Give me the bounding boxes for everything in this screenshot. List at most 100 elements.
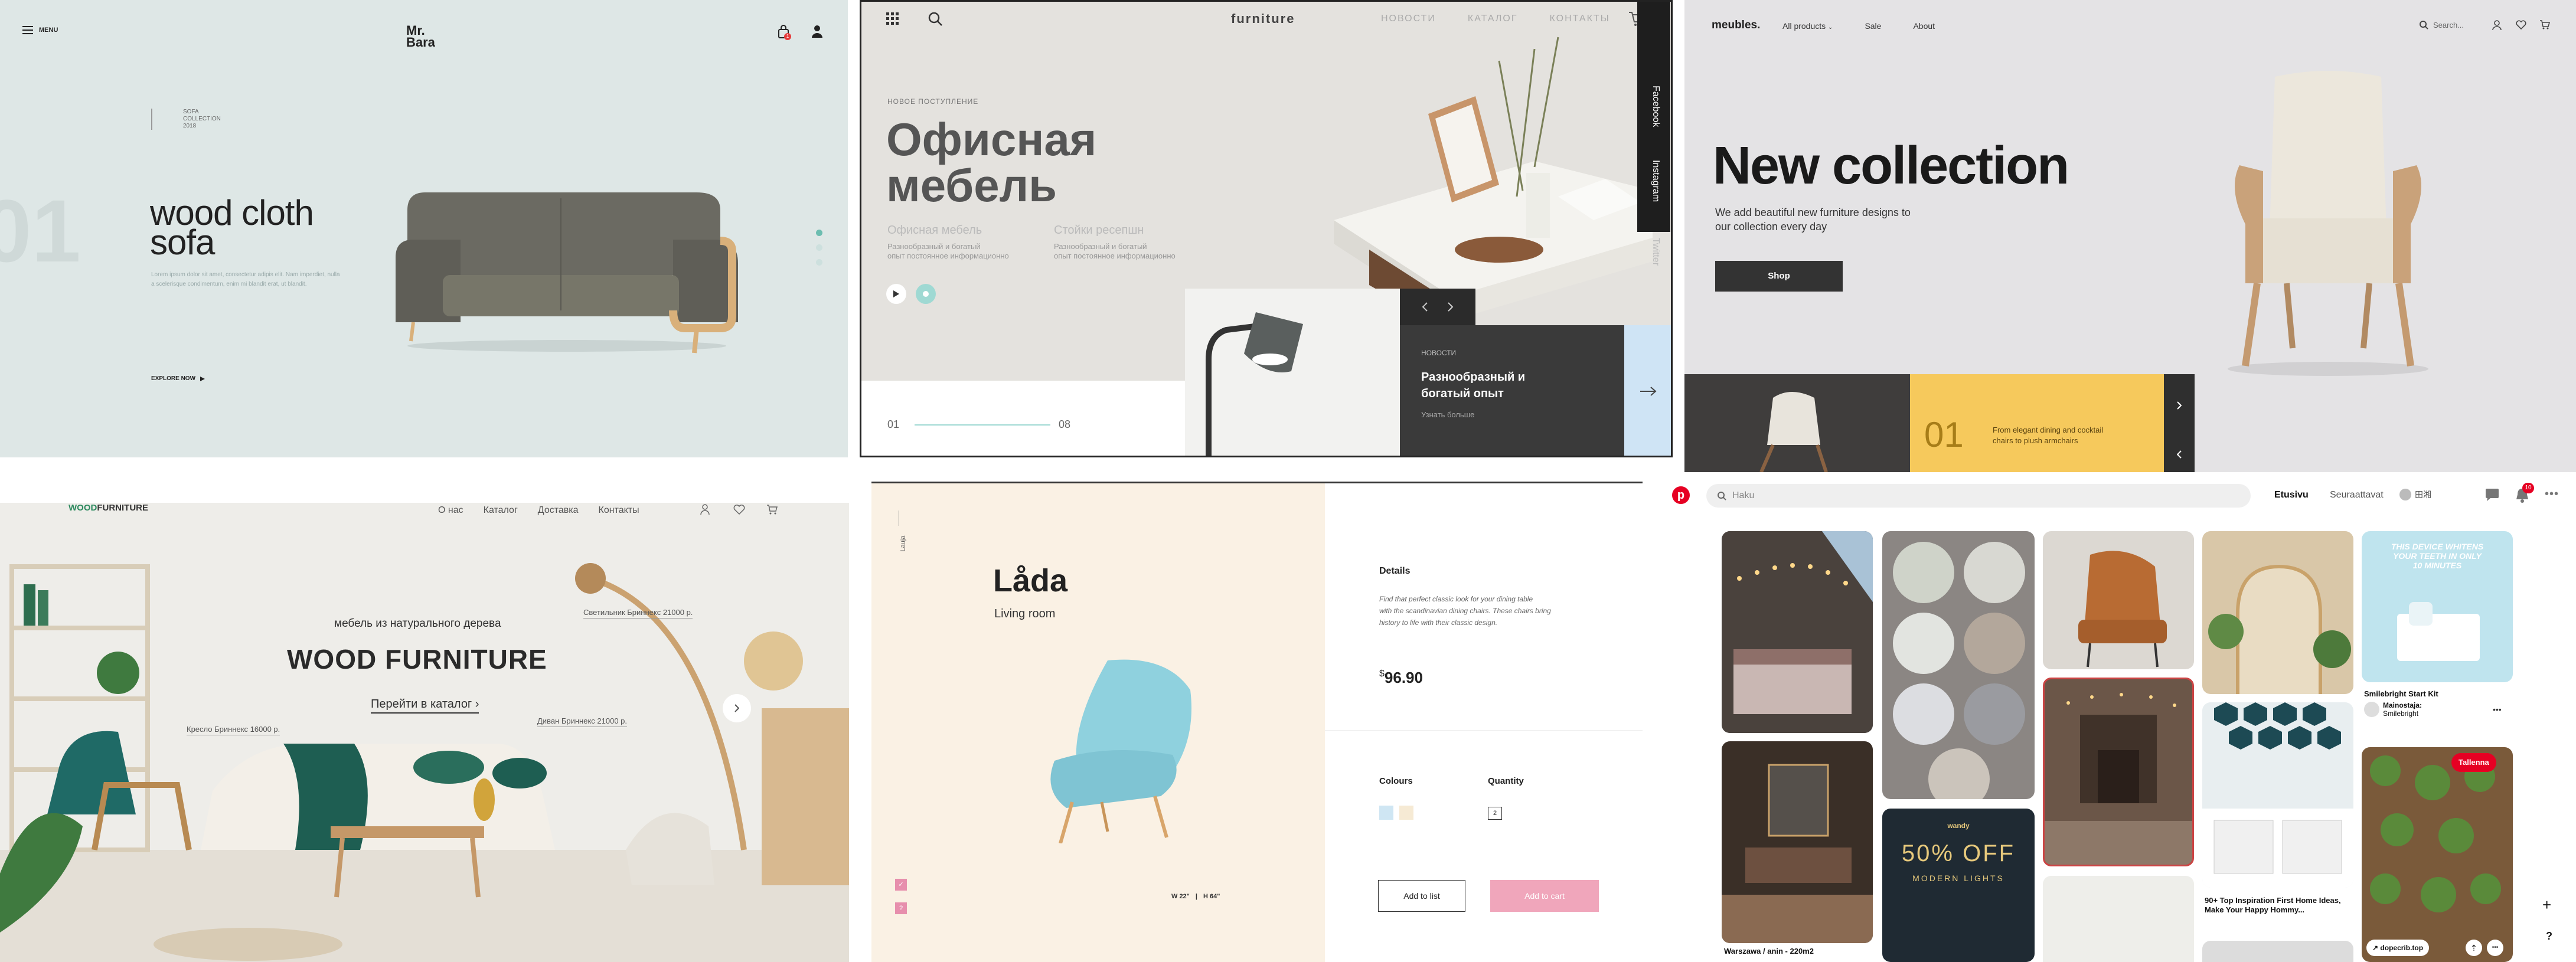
pin-menu-icon[interactable]: ••• bbox=[2487, 940, 2503, 956]
menu-button[interactable]: MENU bbox=[22, 26, 58, 34]
quantity-input[interactable]: 2 bbox=[1488, 807, 1502, 820]
lamp-image bbox=[1185, 289, 1400, 456]
social-twitter[interactable]: Twitter bbox=[1650, 238, 1661, 266]
logo[interactable]: WOODFURNITURE bbox=[68, 503, 148, 513]
colour-swatch-cream[interactable] bbox=[1399, 806, 1413, 820]
checkbox-1[interactable]: ✓ bbox=[895, 879, 907, 891]
search-box[interactable]: Search... bbox=[2419, 20, 2464, 30]
search-bar[interactable]: Haku bbox=[1706, 484, 2251, 508]
grid-menu-button[interactable] bbox=[886, 12, 899, 25]
slider-dot-2[interactable] bbox=[816, 244, 822, 251]
search-button[interactable] bbox=[928, 11, 943, 27]
collection-card[interactable]: 01 From elegant dining and cocktail chai… bbox=[1910, 374, 2164, 472]
nav-all-products[interactable]: All products ⌄ bbox=[1782, 21, 1833, 31]
pin-more-icon[interactable]: ••• bbox=[2493, 705, 2502, 714]
tab-following[interactable]: Seuraattavat bbox=[2330, 490, 2384, 500]
more-icon[interactable]: ••• bbox=[2545, 487, 2559, 501]
nav-delivery[interactable]: Доставка bbox=[538, 505, 579, 516]
create-plus-button[interactable]: + bbox=[2542, 896, 2551, 914]
chevron-right-icon[interactable] bbox=[1448, 302, 1454, 312]
card-prev-button[interactable] bbox=[2164, 437, 2195, 472]
tag-lamp[interactable]: Светильник Бриннекс 21000 р. bbox=[583, 608, 693, 619]
slide-progress bbox=[915, 424, 1050, 426]
explore-button[interactable]: EXPLORE NOW bbox=[151, 375, 205, 382]
logo-line2: Bara bbox=[406, 35, 435, 50]
logo[interactable]: meubles. bbox=[1712, 19, 1760, 32]
pin-paint-tins[interactable] bbox=[1882, 531, 2035, 799]
logo[interactable]: Mr. Bara bbox=[406, 24, 435, 50]
cart-button[interactable]: 1 bbox=[777, 25, 791, 40]
social-instagram[interactable]: Instagram bbox=[1650, 160, 1661, 202]
heart-icon[interactable] bbox=[733, 505, 745, 515]
nav-contacts[interactable]: КОНТАКТЫ bbox=[1550, 14, 1610, 24]
pin-title-first-home[interactable]: 90+ Top Inspiration First Home Ideas, Ma… bbox=[2205, 896, 2352, 915]
help-button[interactable]: ? bbox=[2546, 930, 2552, 943]
nav-sale[interactable]: Sale bbox=[1865, 21, 1881, 31]
pin-promo-lights[interactable]: wandy 50% OFF MODERN LIGHTS bbox=[1882, 809, 2035, 962]
pin-kitchen-tiles[interactable] bbox=[2202, 702, 2353, 888]
shop-button[interactable]: Shop bbox=[1715, 261, 1843, 292]
pin-bedroom[interactable] bbox=[1722, 531, 1873, 733]
pin-bathroom[interactable] bbox=[1722, 741, 1873, 943]
notifications-button[interactable]: 10 bbox=[2515, 483, 2534, 503]
sponsor-row[interactable]: Mainostaja: Smilebright bbox=[2364, 701, 2422, 718]
save-pin-button[interactable]: Tallenna bbox=[2451, 753, 2496, 772]
pin-plants-room[interactable] bbox=[2202, 531, 2353, 694]
pin-title-smilebright[interactable]: Smilebright Start Kit bbox=[2364, 689, 2438, 698]
thumb-chair-image[interactable] bbox=[1684, 374, 1910, 472]
pin-fireplace[interactable] bbox=[2043, 678, 2194, 866]
colour-swatch-blue[interactable] bbox=[1379, 806, 1393, 820]
cart-icon[interactable] bbox=[766, 504, 778, 515]
pin-vertical-garden[interactable]: Tallenna ↗ dopecrib.top ⇡ ••• bbox=[2362, 747, 2513, 962]
nav-news[interactable]: НОВОСТИ bbox=[1381, 14, 1436, 24]
checkbox-2[interactable]: ? bbox=[895, 902, 907, 914]
details-text-3: history to life with their classic desig… bbox=[1379, 619, 1498, 627]
user-icon[interactable] bbox=[700, 504, 710, 515]
user-button[interactable] bbox=[811, 25, 823, 38]
message-icon[interactable] bbox=[2484, 487, 2500, 502]
pin-partial[interactable] bbox=[2202, 941, 2353, 962]
add-to-cart-button[interactable]: Add to cart bbox=[1490, 880, 1599, 912]
logo-part1: WOOD bbox=[68, 503, 97, 513]
tab-home[interactable]: Etusivu bbox=[2274, 490, 2309, 500]
heart-icon[interactable] bbox=[2516, 20, 2526, 30]
next-news-button[interactable] bbox=[1624, 325, 1671, 456]
nav-contacts[interactable]: Контакты bbox=[599, 505, 639, 516]
upload-icon[interactable]: ⇡ bbox=[2466, 940, 2482, 956]
add-to-list-button[interactable]: Add to list bbox=[1378, 880, 1465, 912]
tag-sofa[interactable]: Диван Бриннекс 21000 р. bbox=[537, 716, 628, 727]
user-icon[interactable] bbox=[2492, 20, 2502, 30]
explore-label: EXPLORE NOW bbox=[151, 375, 196, 382]
next-slide-button[interactable] bbox=[723, 694, 751, 722]
pin-title-warszawa[interactable]: Warszawa / anin - 220m2 bbox=[1724, 947, 1875, 956]
nav-about[interactable]: About bbox=[1913, 21, 1935, 31]
slider-dot-3[interactable] bbox=[816, 259, 822, 266]
domain-chip[interactable]: ↗ dopecrib.top bbox=[2366, 940, 2430, 956]
card-next-button[interactable] bbox=[2164, 374, 2195, 437]
pinterest-logo[interactable]: p bbox=[1672, 486, 1690, 504]
cart-icon[interactable] bbox=[2539, 19, 2550, 30]
feature-col-2: Стойки ресепшн Разнообразный и богатый о… bbox=[1054, 224, 1176, 261]
hero-title: Офисная мебель bbox=[886, 116, 1096, 208]
panel-mr-bara: MENU Mr. Bara 1 SOFA COLLECTION 2018 01 … bbox=[0, 0, 848, 457]
catalog-link[interactable]: Перейти в каталог › bbox=[371, 698, 479, 714]
tag-armchair[interactable]: Кресло Бриннекс 16000 р. bbox=[187, 725, 280, 735]
slider-dot-1[interactable] bbox=[816, 230, 822, 236]
news-card[interactable]: НОВОСТИ Разнообразный и богатый опыт Узн… bbox=[1400, 325, 1624, 456]
tab-profile[interactable]: 田湘 bbox=[2399, 489, 2431, 500]
pin-ad-teeth[interactable]: THIS DEVICE WHITENS YOUR TEETH IN ONLY 1… bbox=[2362, 531, 2513, 682]
play-button[interactable] bbox=[886, 284, 906, 304]
pin-white-room[interactable] bbox=[2043, 876, 2194, 962]
pin-armchair[interactable] bbox=[2043, 531, 2194, 669]
nav-catalog[interactable]: Каталог bbox=[484, 505, 518, 516]
dimension-height: H 64" bbox=[1203, 893, 1220, 900]
record-button[interactable] bbox=[916, 284, 936, 304]
social-facebook[interactable]: Facebook bbox=[1650, 86, 1661, 127]
brand-logo[interactable]: furniture bbox=[1231, 11, 1295, 27]
nav-catalog[interactable]: КАТАЛОГ bbox=[1468, 14, 1518, 24]
news-link[interactable]: Узнать больше bbox=[1421, 410, 1603, 419]
arrow-right-icon bbox=[1640, 387, 1657, 396]
nav-about[interactable]: О нас bbox=[438, 505, 463, 516]
slide-number: 01 bbox=[0, 181, 81, 280]
chevron-left-icon[interactable] bbox=[1422, 302, 1428, 312]
